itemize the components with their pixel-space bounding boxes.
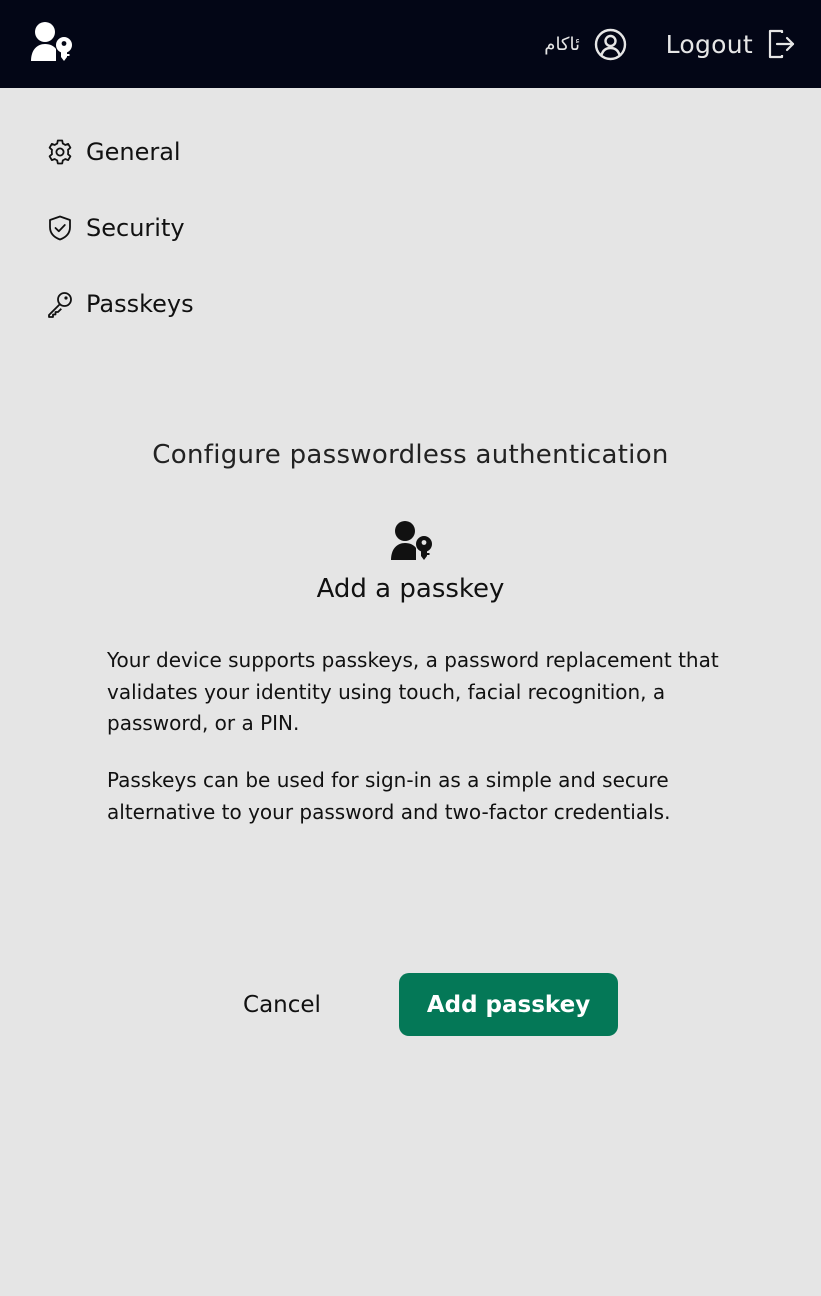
user-name: ئاکام (544, 33, 580, 55)
logout-button[interactable]: Logout (666, 26, 795, 62)
page-title: Configure passwordless authentication (152, 440, 669, 470)
add-passkey-button[interactable]: Add passkey (399, 973, 618, 1036)
logout-label: Logout (665, 29, 753, 59)
user-key-icon[interactable] (30, 21, 74, 63)
logout-icon (768, 29, 795, 59)
sidebar-item-security[interactable]: Security (46, 206, 194, 250)
cancel-button[interactable]: Cancel (222, 973, 342, 1036)
description-paragraph: Passkeys can be used for sign-in as a si… (107, 768, 671, 824)
sidebar-item-label: Security (86, 214, 185, 242)
key-icon (48, 292, 72, 318)
sidebar-item-general[interactable]: General (46, 130, 194, 174)
gear-icon (48, 139, 72, 165)
user-key-icon (391, 521, 432, 560)
sidebar-nav: General Security Passkeys (46, 130, 194, 358)
user-menu[interactable]: ئاکام (544, 26, 627, 62)
sidebar-item-passkeys[interactable]: Passkeys (46, 282, 194, 326)
user-circle-icon (594, 28, 627, 60)
description-paragraph: Your device supports passkeys, a passwor… (107, 648, 719, 735)
section-heading: Add a passkey (316, 574, 505, 604)
sidebar-item-label: Passkeys (86, 290, 194, 318)
shield-check-icon (49, 215, 71, 241)
sidebar-item-label: General (86, 138, 181, 166)
top-header: ئاکام Logout (0, 0, 821, 88)
